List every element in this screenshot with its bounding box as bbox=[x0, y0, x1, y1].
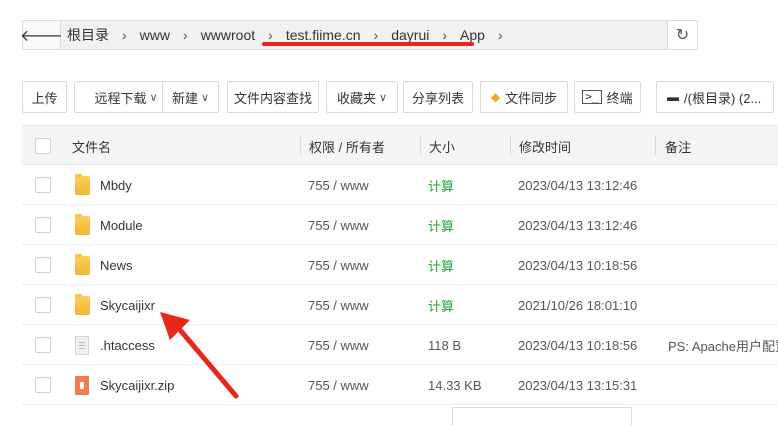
table-row[interactable]: Skycaijixr.zip 755 / www 14.33 KB 2023/0… bbox=[22, 365, 778, 405]
file-name-cell[interactable]: Mbdy bbox=[75, 165, 132, 205]
zip-file-icon bbox=[75, 375, 89, 395]
perm-cell[interactable]: 755 / www bbox=[308, 365, 369, 405]
share-list-button[interactable]: 分享列表 bbox=[403, 81, 473, 113]
size-cell: 118 B bbox=[428, 337, 462, 353]
note-cell: PS: Apache用户配置 bbox=[668, 338, 778, 354]
table-row[interactable]: Module 755 / www 计算 2023/04/13 13:12:46 bbox=[22, 205, 778, 245]
refresh-button[interactable]: ↻ bbox=[667, 21, 697, 49]
annotation-underline bbox=[262, 42, 474, 46]
mtime-cell: 2023/04/13 10:18:56 bbox=[518, 257, 638, 273]
table-row[interactable]: Mbdy 755 / www 计算 2023/04/13 13:12:46 bbox=[22, 165, 778, 205]
folder-icon bbox=[75, 253, 90, 275]
table-header: 文件名 权限 / 所有者 大小 修改时间 备注 bbox=[22, 125, 778, 165]
file-icon bbox=[75, 335, 89, 355]
row-checkbox[interactable] bbox=[35, 217, 51, 233]
folder-icon bbox=[75, 213, 90, 235]
row-checkbox[interactable] bbox=[35, 177, 51, 193]
content-search-button[interactable]: 文件内容查找 bbox=[227, 81, 319, 113]
header-name[interactable]: 文件名 bbox=[72, 126, 111, 166]
mtime-cell: 2023/04/13 13:12:46 bbox=[518, 217, 638, 233]
column-divider bbox=[300, 136, 301, 156]
size-calc-link[interactable]: 计算 bbox=[428, 205, 454, 245]
row-checkbox[interactable] bbox=[35, 377, 51, 393]
file-name-cell[interactable]: Skycaijixr.zip bbox=[75, 365, 174, 405]
chevron-down-icon: ∨ bbox=[149, 91, 158, 104]
file-name-cell[interactable]: Module bbox=[75, 205, 143, 245]
disk-button[interactable]: ▬/(根目录) (2... bbox=[656, 81, 774, 113]
chevron-down-icon: ∨ bbox=[200, 91, 210, 104]
mtime-cell: 2023/04/13 13:15:31 bbox=[518, 377, 638, 393]
file-name-cell[interactable]: News bbox=[75, 245, 133, 285]
chevron-down-icon: ∨ bbox=[378, 91, 388, 104]
mtime-cell: 2023/04/13 10:18:56 bbox=[518, 337, 638, 353]
perm-cell[interactable]: 755 / www bbox=[308, 325, 369, 365]
file-table: 文件名 权限 / 所有者 大小 修改时间 备注 Mbdy 755 / www 计… bbox=[22, 125, 778, 405]
header-size[interactable]: 大小 bbox=[429, 126, 455, 166]
breadcrumb-item-site[interactable]: test.fiime.cn › bbox=[286, 27, 391, 43]
table-row[interactable]: .htaccess 755 / www 118 B 2023/04/13 10:… bbox=[22, 325, 778, 365]
perm-cell[interactable]: 755 / www bbox=[308, 205, 369, 245]
breadcrumb-item-app[interactable]: App › bbox=[460, 27, 516, 43]
disk-icon: ▬ bbox=[667, 90, 679, 104]
perm-cell[interactable]: 755 / www bbox=[308, 285, 369, 325]
perm-cell[interactable]: 755 / www bbox=[308, 165, 369, 205]
gem-icon: ◆ bbox=[490, 90, 501, 104]
breadcrumb-item-www[interactable]: www › bbox=[140, 27, 201, 43]
file-name-cell[interactable]: Skycaijixr bbox=[75, 285, 155, 325]
size-calc-link[interactable]: 计算 bbox=[428, 245, 454, 285]
terminal-button[interactable]: >_ 终端 bbox=[574, 81, 641, 113]
column-divider bbox=[510, 136, 511, 156]
size-calc-link[interactable]: 计算 bbox=[428, 165, 454, 205]
pagination-box[interactable] bbox=[452, 407, 632, 425]
breadcrumb-item-root[interactable]: 根目录 › bbox=[67, 25, 140, 45]
breadcrumb-item-dayrui[interactable]: dayrui › bbox=[391, 27, 460, 43]
select-all-checkbox[interactable] bbox=[35, 138, 51, 154]
file-name-cell[interactable]: .htaccess bbox=[75, 325, 155, 365]
new-button[interactable]: 新建 ∨ bbox=[162, 81, 219, 113]
row-checkbox[interactable] bbox=[35, 337, 51, 353]
favorites-button[interactable]: 收藏夹 ∨ bbox=[326, 81, 398, 113]
size-cell: 14.33 KB bbox=[428, 377, 482, 393]
column-divider bbox=[655, 136, 656, 156]
perm-cell[interactable]: 755 / www bbox=[308, 245, 369, 285]
size-calc-link[interactable]: 计算 bbox=[428, 285, 454, 325]
refresh-icon: ↻ bbox=[675, 27, 690, 44]
upload-button[interactable]: 上传 bbox=[22, 81, 67, 113]
folder-icon bbox=[75, 173, 90, 195]
file-sync-button[interactable]: ◆ 文件同步 bbox=[480, 81, 568, 113]
table-row[interactable]: Skycaijixr 755 / www 计算 2021/10/26 18:01… bbox=[22, 285, 778, 325]
folder-icon bbox=[75, 293, 90, 315]
column-divider bbox=[420, 136, 421, 156]
mtime-cell: 2021/10/26 18:01:10 bbox=[518, 297, 638, 313]
terminal-icon: >_ bbox=[582, 90, 602, 104]
header-note: 备注 bbox=[665, 139, 692, 155]
row-checkbox[interactable] bbox=[35, 257, 51, 273]
header-perm[interactable]: 权限 / 所有者 bbox=[309, 126, 385, 166]
header-mtime[interactable]: 修改时间 bbox=[519, 126, 571, 166]
table-row[interactable]: News 755 / www 计算 2023/04/13 10:18:56 bbox=[22, 245, 778, 285]
back-button[interactable]: 🡐 bbox=[20, 21, 63, 49]
arrow-left-icon: 🡐 bbox=[20, 27, 63, 45]
row-checkbox[interactable] bbox=[35, 297, 51, 313]
breadcrumb-item-wwwroot[interactable]: wwwroot › bbox=[201, 27, 286, 43]
mtime-cell: 2023/04/13 13:12:46 bbox=[518, 177, 638, 193]
